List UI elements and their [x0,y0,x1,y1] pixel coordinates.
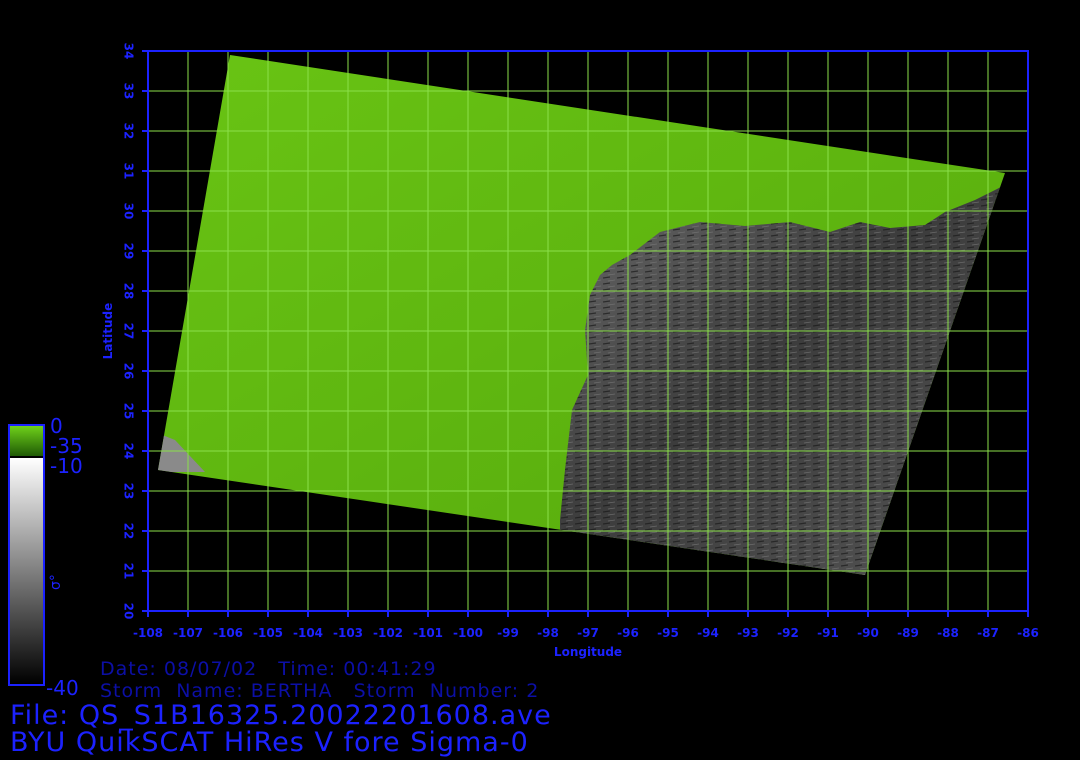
latitude-tick-label: 28 [122,283,136,300]
longitude-tick-label: -90 [857,626,879,640]
longitude-tick-label: -101 [413,626,443,640]
colorbar-ocean-top-label: -10 [50,454,83,478]
longitude-tick-label: -103 [333,626,363,640]
longitude-tick-label: -87 [977,626,999,640]
latitude-ticks: 20 21 22 23 24 25 26 27 28 29 30 31 32 33 34 [122,43,148,620]
longitude-tick-label: -108 [133,626,163,640]
longitude-tick-label: -102 [373,626,403,640]
longitude-tick-label: -97 [577,626,599,640]
latitude-tick-label: 26 [122,363,136,380]
longitude-tick-label: -107 [173,626,203,640]
latitude-tick-label: 23 [122,483,136,500]
latitude-tick-label: 32 [122,123,136,140]
longitude-tick-label: -98 [537,626,559,640]
longitude-tick-label: -92 [777,626,799,640]
longitude-tick-label: -96 [617,626,639,640]
colorbar-sigma-symbol: σ° [48,574,64,590]
colorbar-land-segment [10,426,43,456]
y-axis-label: Latitude [101,303,115,360]
longitude-tick-label: -88 [937,626,959,640]
latitude-tick-label: 21 [122,563,136,580]
latitude-tick-label: 33 [122,83,136,100]
latitude-tick-label: 27 [122,323,136,340]
satellite-swath [158,55,1005,575]
longitude-tick-label: -91 [817,626,839,640]
storm-info-line: Storm Name: BERTHA Storm Number: 2 [100,680,540,702]
latitude-tick-label: 25 [122,403,136,420]
longitude-tick-label: -104 [293,626,323,640]
latitude-tick-label: 20 [122,603,136,620]
longitude-tick-label: -94 [697,626,719,640]
latitude-tick-label: 29 [122,243,136,260]
latitude-tick-label: 31 [122,163,136,180]
latitude-tick-label: 30 [122,203,136,220]
latitude-tick-label: 24 [122,443,136,460]
longitude-tick-label: -105 [253,626,283,640]
colorbar-ocean-bottom-label: -40 [46,676,79,700]
longitude-tick-label: -100 [453,626,483,640]
longitude-tick-label: -99 [497,626,519,640]
longitude-tick-label: -89 [897,626,919,640]
longitude-tick-label: -93 [737,626,759,640]
latitude-tick-label: 34 [122,43,136,60]
colorbar: 0 -35 -10 -40 σ° [8,414,83,700]
product-title-line: BYU QuikSCAT HiRes V fore Sigma-0 [10,727,529,758]
longitude-tick-label: -95 [657,626,679,640]
colorbar-ocean-segment [10,458,43,684]
longitude-tick-label: -106 [213,626,243,640]
longitude-tick-label: -86 [1017,626,1039,640]
longitude-ticks: -108 -107 -106 -105 -104 -103 -102 -101 -100 -99 -… [133,611,1039,640]
sigma0-map-figure: -108 -107 -106 -105 -104 -103 -102 -101 -100 -99 -… [8,43,1039,700]
x-axis-label: Longitude [554,645,622,659]
latitude-tick-label: 22 [122,523,136,540]
date-time-line: Date: 08/07/02 Time: 00:41:29 [100,658,437,680]
